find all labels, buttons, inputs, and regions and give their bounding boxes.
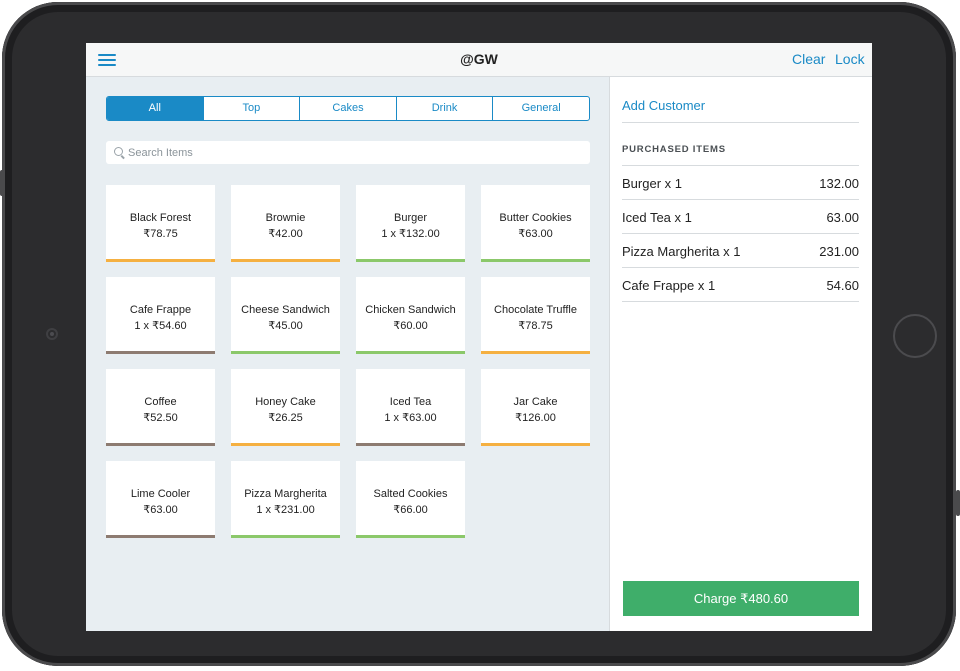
category-color-bar <box>231 535 340 538</box>
item-price: ₹45.00 <box>268 320 303 332</box>
item-name: Iced Tea <box>389 396 432 408</box>
purchased-items-heading: PURCHASED ITEMS <box>622 144 726 155</box>
item-price: 1 x ₹63.00 <box>384 412 437 424</box>
category-color-bar <box>231 259 340 262</box>
item-name: Chicken Sandwich <box>365 304 456 316</box>
item-tile[interactable]: Cheese Sandwich ₹45.00 <box>231 277 340 354</box>
store-title: @GW <box>460 51 498 67</box>
item-tile[interactable]: Lime Cooler ₹63.00 <box>106 461 215 538</box>
item-tile[interactable]: Jar Cake ₹126.00 <box>481 369 590 446</box>
front-camera <box>46 328 58 340</box>
item-tile[interactable]: Black Forest ₹78.75 <box>106 185 215 262</box>
tab-drink[interactable]: Drink <box>397 97 494 120</box>
category-color-bar <box>106 535 215 538</box>
charge-button[interactable]: Charge ₹480.60 <box>623 581 859 616</box>
item-name: Coffee <box>144 396 177 408</box>
category-color-bar <box>106 443 215 446</box>
item-name: Lime Cooler <box>130 488 191 500</box>
divider <box>622 122 859 123</box>
cart-panel: Add Customer PURCHASED ITEMS Burger x 1 1… <box>609 77 872 631</box>
line-item-name: Cafe Frappe x 1 <box>622 278 716 293</box>
cart-line-item[interactable]: Iced Tea x 1 63.00 <box>622 200 859 234</box>
item-tile[interactable]: Honey Cake ₹26.25 <box>231 369 340 446</box>
item-tile[interactable]: Salted Cookies ₹66.00 <box>356 461 465 538</box>
category-color-bar <box>356 535 465 538</box>
item-price: ₹66.00 <box>393 504 428 516</box>
item-tile[interactable]: Pizza Margherita 1 x ₹231.00 <box>231 461 340 538</box>
tab-all[interactable]: All <box>107 97 204 120</box>
item-name: Chocolate Truffle <box>494 304 577 316</box>
search-icon <box>114 147 123 156</box>
lock-button[interactable]: Lock <box>835 51 865 67</box>
category-color-bar <box>481 259 590 262</box>
item-tile[interactable]: Iced Tea 1 x ₹63.00 <box>356 369 465 446</box>
line-item-amount: 63.00 <box>826 210 859 225</box>
line-item-amount: 54.60 <box>826 278 859 293</box>
tab-top[interactable]: Top <box>204 97 301 120</box>
side-button <box>956 490 960 516</box>
item-price: ₹52.50 <box>143 412 178 424</box>
cart-line-item[interactable]: Cafe Frappe x 1 54.60 <box>622 268 859 302</box>
category-color-bar <box>106 259 215 262</box>
top-bar: @GW Clear Lock <box>86 43 872 77</box>
volume-button <box>0 170 4 196</box>
item-tile[interactable]: Chicken Sandwich ₹60.00 <box>356 277 465 354</box>
item-price: ₹63.00 <box>143 504 178 516</box>
item-price: ₹60.00 <box>393 320 428 332</box>
item-tile[interactable]: Burger 1 x ₹132.00 <box>356 185 465 262</box>
category-color-bar <box>106 351 215 354</box>
item-price: 1 x ₹54.60 <box>134 320 187 332</box>
item-tile[interactable]: Butter Cookies ₹63.00 <box>481 185 590 262</box>
line-item-name: Iced Tea x 1 <box>622 210 692 225</box>
item-tile[interactable]: Cafe Frappe 1 x ₹54.60 <box>106 277 215 354</box>
item-name: Brownie <box>265 212 306 224</box>
item-price: 1 x ₹231.00 <box>256 504 315 516</box>
item-price: 1 x ₹132.00 <box>381 228 440 240</box>
line-item-name: Burger x 1 <box>622 176 682 191</box>
category-color-bar <box>356 351 465 354</box>
category-color-bar <box>356 259 465 262</box>
item-name: Jar Cake <box>513 396 558 408</box>
cart-line-item[interactable]: Pizza Margherita x 1 231.00 <box>622 234 859 268</box>
line-item-amount: 132.00 <box>819 176 859 191</box>
item-name: Burger <box>393 212 428 224</box>
item-name: Salted Cookies <box>373 488 448 500</box>
category-color-bar <box>231 351 340 354</box>
line-item-amount: 231.00 <box>819 244 859 259</box>
item-name: Honey Cake <box>255 396 316 408</box>
item-tile[interactable]: Brownie ₹42.00 <box>231 185 340 262</box>
item-price: ₹26.25 <box>268 412 303 424</box>
category-tabs: All Top Cakes Drink General <box>106 96 590 121</box>
search-input[interactable] <box>128 141 578 164</box>
search-box <box>106 141 590 164</box>
line-item-name: Pizza Margherita x 1 <box>622 244 741 259</box>
item-price: ₹78.75 <box>518 320 553 332</box>
category-color-bar <box>231 443 340 446</box>
clear-button[interactable]: Clear <box>792 51 825 67</box>
item-name: Cheese Sandwich <box>241 304 330 316</box>
item-tile[interactable]: Coffee ₹52.50 <box>106 369 215 446</box>
item-name: Butter Cookies <box>499 212 572 224</box>
item-name: Cafe Frappe <box>129 304 192 316</box>
item-name: Pizza Margherita <box>244 488 327 500</box>
category-color-bar <box>481 351 590 354</box>
item-price: ₹126.00 <box>515 412 556 424</box>
category-color-bar <box>481 443 590 446</box>
item-price: ₹42.00 <box>268 228 303 240</box>
item-tile[interactable]: Chocolate Truffle ₹78.75 <box>481 277 590 354</box>
cart-line-item[interactable]: Burger x 1 132.00 <box>622 166 859 200</box>
pos-screen: @GW Clear Lock AllTopCakesDrinkGeneral B… <box>86 43 872 631</box>
item-name: Black Forest <box>129 212 192 224</box>
tab-general[interactable]: General <box>493 97 589 120</box>
item-price: ₹63.00 <box>518 228 553 240</box>
tab-cakes[interactable]: Cakes <box>300 97 397 120</box>
home-button[interactable] <box>893 314 937 358</box>
item-price: ₹78.75 <box>143 228 178 240</box>
category-color-bar <box>356 443 465 446</box>
catalog-panel: AllTopCakesDrinkGeneral Black Forest ₹78.… <box>86 77 609 631</box>
add-customer-button[interactable]: Add Customer <box>622 98 705 113</box>
